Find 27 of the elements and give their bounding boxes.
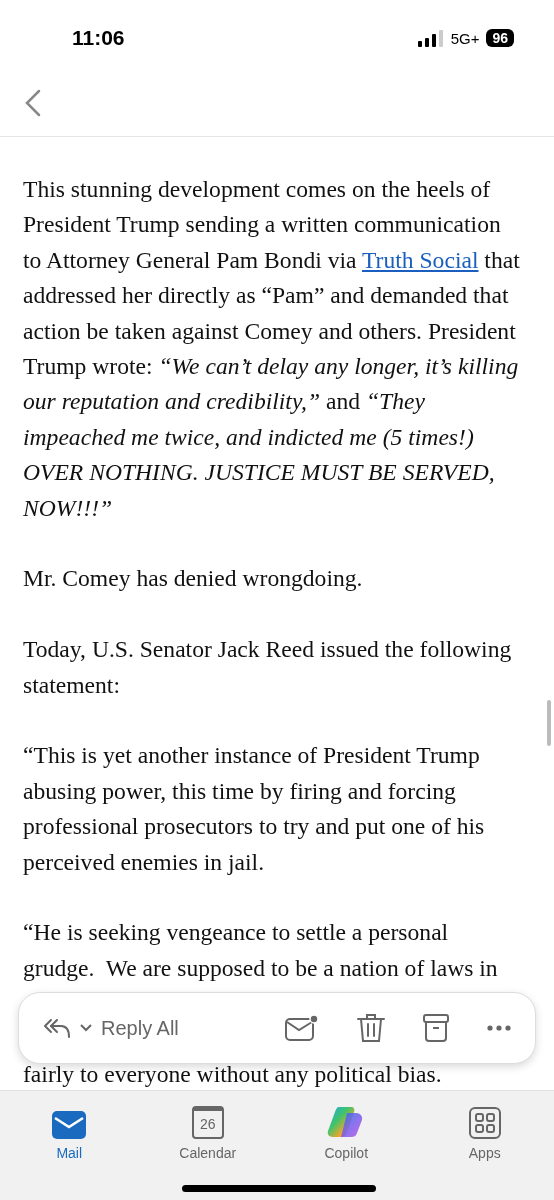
envelope-icon: [52, 1111, 87, 1139]
link[interactable]: Truth Social: [362, 246, 479, 273]
calendar-icon: 26: [191, 1106, 224, 1139]
mark-unread-button[interactable]: [285, 1014, 319, 1042]
paragraph: Today, U.S. Senator Jack Reed issued the following statement:: [23, 635, 513, 700]
tab-bar-item[interactable]: 26 Calendar: [138, 1103, 277, 1161]
paragraph: fairly to everyone without any political bias.: [23, 1060, 443, 1090]
tab-bar-item[interactable]: Mail: [0, 1103, 139, 1161]
tab-bar-item[interactable]: Copilot: [277, 1103, 416, 1161]
delete-button[interactable]: [357, 1013, 385, 1043]
scroll-indicator: [547, 700, 551, 746]
apps-grid-icon: [468, 1107, 501, 1139]
signal-icon: [417, 29, 444, 47]
back-icon[interactable]: [25, 89, 41, 117]
paragraph: “He is seeking vengeance to settle a personal grudge. We are supposed to be a nation of laws in: [23, 918, 499, 983]
paragraph: “This is yet another instance of President Trump abusing power, this time by firing and forcing professional prosecutors to try and put one of his perceived enemies in jail.: [23, 741, 486, 877]
more-button[interactable]: [487, 1025, 511, 1031]
chevron-down-icon: [79, 1023, 93, 1033]
reply-all-button[interactable]: Reply All: [43, 1016, 179, 1040]
clock: 11:06: [72, 26, 125, 50]
reply-all-icon: [43, 1017, 71, 1039]
battery-level: 96: [486, 29, 514, 47]
network-label: 5G+: [450, 29, 480, 47]
paragraph: Mr. Comey has denied wrongdoing.: [23, 564, 364, 594]
archive-button[interactable]: [423, 1014, 449, 1042]
tab-bar-item[interactable]: Apps: [415, 1103, 554, 1161]
paragraph: This stunning development comes on the heels of President Trump sending a written communication to Attorney General Pam Bondi via Truth Social that addressed her directly as “Pam” and demanded that action be taken against Comey and others. President Trump wrote: “We can’t delay any longer, it’s killing our reputation and credibility,” and “They impeached me twice, and indicted me (5 times!) OVER NOTHING. JUSTICE MUST BE SERVED, NOW!!!”: [23, 175, 521, 523]
